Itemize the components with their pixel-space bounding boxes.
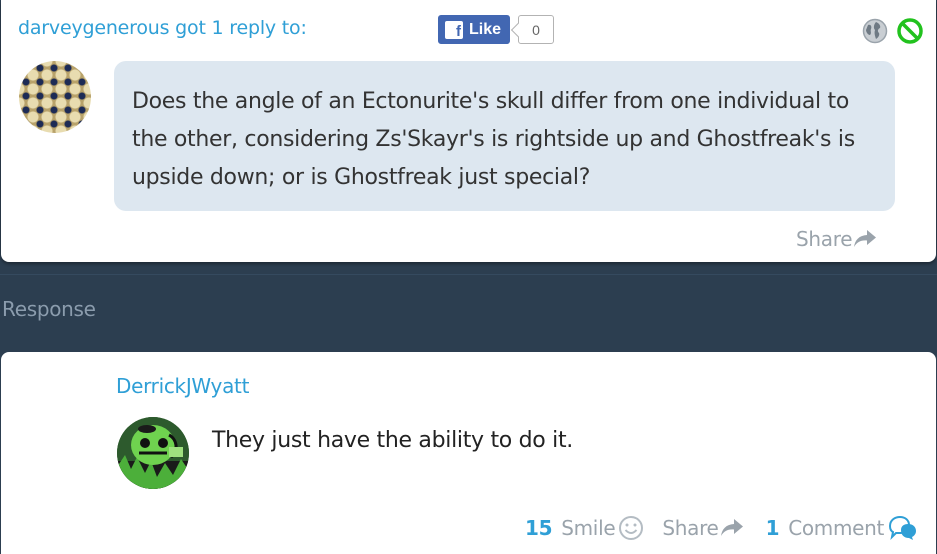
section-divider bbox=[0, 274, 937, 275]
smile-icon bbox=[619, 516, 644, 540]
reply-share-button[interactable]: Share bbox=[662, 516, 743, 540]
share-arrow-icon bbox=[854, 230, 877, 247]
comment-label: Comment bbox=[788, 516, 885, 540]
reply-actions: 15 Smile Share 1 Comment bbox=[525, 515, 918, 541]
globe-icon[interactable] bbox=[862, 18, 888, 44]
replier-avatar[interactable] bbox=[117, 417, 189, 489]
reply-text: They just have the ability to do it. bbox=[212, 428, 573, 453]
comment-bubble-icon bbox=[889, 515, 917, 541]
question-share-button[interactable]: Share bbox=[796, 227, 877, 251]
response-section-label: Response bbox=[2, 297, 96, 321]
smile-label: Smile bbox=[561, 516, 616, 540]
facebook-like-count: 0 bbox=[518, 15, 554, 44]
question-text: Does the angle of an Ectonurite's skull … bbox=[132, 89, 855, 190]
comment-count: 1 bbox=[765, 516, 780, 540]
comment-button[interactable]: 1 Comment bbox=[766, 515, 919, 541]
question-bubble: Does the angle of an Ectonurite's skull … bbox=[114, 61, 895, 211]
facebook-like-button[interactable]: f Like bbox=[438, 15, 510, 44]
replier-avatar-image bbox=[117, 417, 189, 489]
facebook-icon: f bbox=[445, 20, 463, 39]
reply-share-label: Share bbox=[662, 516, 719, 540]
smile-button[interactable]: 15 Smile bbox=[525, 515, 644, 541]
block-icon[interactable] bbox=[896, 17, 924, 45]
share-arrow-icon bbox=[720, 519, 743, 536]
reply-username[interactable]: DerrickJWyatt bbox=[116, 374, 249, 398]
asker-avatar[interactable] bbox=[19, 61, 91, 133]
facebook-like-label: Like bbox=[469, 20, 502, 38]
smile-count: 15 bbox=[525, 516, 553, 540]
post-header-title[interactable]: darveygenerous got 1 reply to: bbox=[18, 17, 307, 39]
share-label: Share bbox=[796, 227, 853, 251]
